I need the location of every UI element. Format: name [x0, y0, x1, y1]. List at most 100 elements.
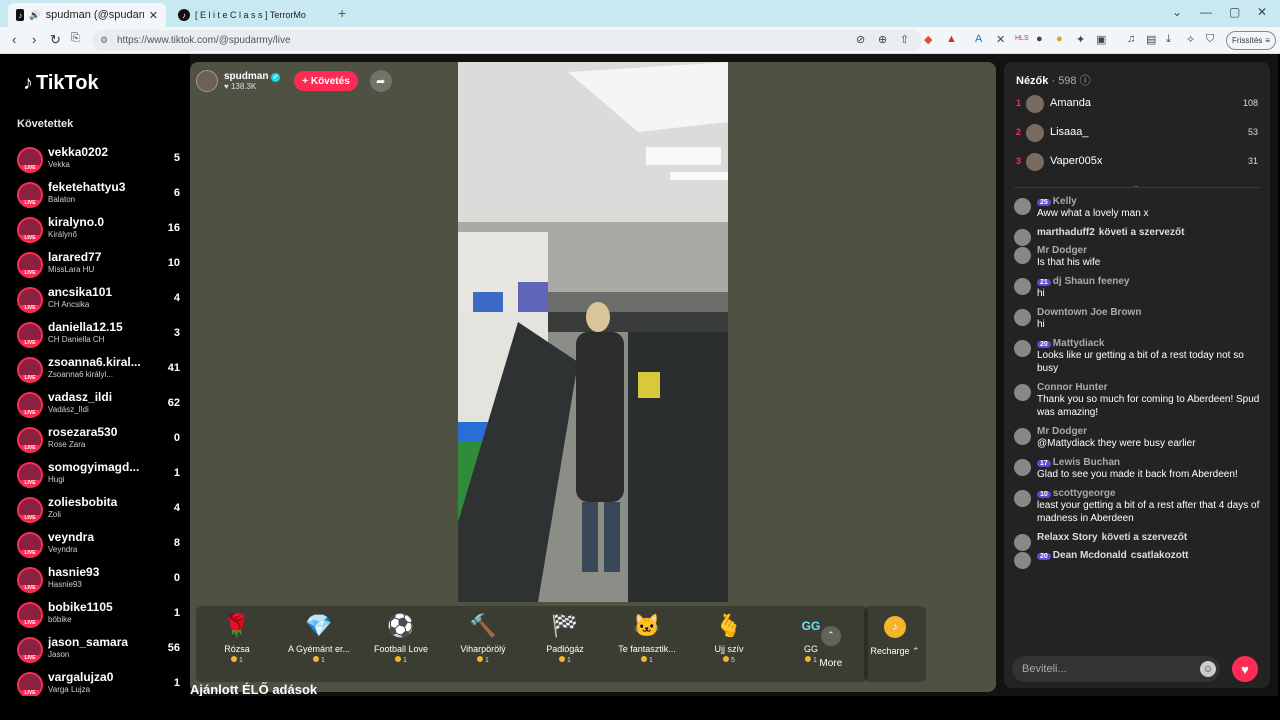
share-button-icon[interactable]: ➦ — [369, 70, 392, 92]
followed-live-item[interactable]: LIVE vargalujza0 Varga Lujza 1 — [6, 667, 190, 696]
message-user[interactable]: Mr Dodger — [1037, 426, 1087, 437]
bookmark-icon[interactable]: ⎘ — [71, 32, 80, 45]
gift-item[interactable]: 🏁 Padlógáz 1 — [524, 606, 606, 682]
followed-live-item[interactable]: LIVE daniella12.15 CH Daniella CH 3 — [6, 317, 190, 352]
message-user[interactable]: Lewis Buchan — [1053, 457, 1120, 468]
chevron-down-icon[interactable]: ⌄ — [1132, 180, 1140, 191]
avatar[interactable] — [1014, 552, 1031, 569]
followed-live-item[interactable]: LIVE kiralyno.0 Királynő 16 — [6, 212, 190, 247]
gift-item[interactable]: 🫰 Ujj szív 5 — [688, 606, 770, 682]
message-user[interactable]: Dean Mcdonald — [1053, 550, 1127, 561]
followed-live-item[interactable]: LIVE larared77 MissLara HU 10 — [6, 247, 190, 282]
avatar[interactable] — [1014, 340, 1031, 357]
ai-icon[interactable]: ✧ — [1186, 33, 1195, 46]
top-viewer-item[interactable]: 2 Lisaaa_ 53 — [1004, 119, 1270, 148]
message-user[interactable]: Mr Dodger — [1037, 245, 1087, 256]
followed-live-item[interactable]: LIVE feketehattyu3 Balaton 6 — [6, 177, 190, 212]
tab-search-icon[interactable]: ⌄ — [1172, 5, 1182, 19]
followed-live-item[interactable]: LIVE veyndra Veyndra 8 — [6, 527, 190, 562]
avatar: LIVE — [17, 391, 43, 418]
followed-live-item[interactable]: LIVE jason_samara Jason 56 — [6, 632, 190, 667]
avatar[interactable] — [1014, 384, 1031, 401]
info-icon[interactable]: ⓘ — [1080, 75, 1091, 87]
translate-icon[interactable]: A — [975, 33, 982, 45]
followed-live-item[interactable]: LIVE ancsika101 CH Ancsika 4 — [6, 282, 190, 317]
puzzle-icon[interactable]: ✦ — [1076, 33, 1085, 46]
message-user[interactable]: Relaxx Story — [1037, 532, 1098, 543]
more-gifts-button[interactable]: ⌃ More — [804, 620, 858, 669]
message-user[interactable]: Connor Hunter — [1037, 382, 1108, 393]
close-window-icon[interactable]: ✕ — [1257, 5, 1267, 19]
message-user[interactable]: scottygeorge — [1053, 488, 1116, 499]
update-button[interactable]: Frissítés ≡ — [1226, 31, 1276, 50]
host-name-row[interactable]: spudman ✓ — [224, 71, 281, 82]
message-user[interactable]: marthaduff2 — [1037, 227, 1095, 238]
extension-icon[interactable]: ● — [1036, 33, 1043, 45]
tiktok-favicon-icon: ♪ — [178, 9, 190, 21]
restore-icon[interactable]: ▢ — [1229, 5, 1240, 19]
follow-button[interactable]: + Követés — [294, 71, 358, 91]
new-tab-icon[interactable]: + — [338, 5, 346, 21]
avatar[interactable] — [1014, 198, 1031, 215]
brave-shield-icon[interactable]: ◆ — [924, 33, 932, 46]
avatar[interactable] — [1014, 309, 1031, 326]
recharge-button[interactable]: ♪ Recharge ⌃ — [864, 606, 926, 682]
tab-tiktok-live[interactable]: ♪ 🔊 spudman (@spudarmy) ÉLŐ ✕ — [8, 3, 166, 27]
back-icon[interactable]: ‹ — [12, 32, 16, 47]
gift-item[interactable]: 🔨 Viharpörölý 1 — [442, 606, 524, 682]
followed-live-item[interactable]: LIVE somogyimagd... Hugi 1 — [6, 457, 190, 492]
sidebar: ♪ TikTok Követettek LIVE vekka0202 Vekka 5 L… — [6, 54, 190, 696]
minimize-icon[interactable]: — — [1200, 5, 1212, 19]
avatar[interactable] — [1014, 278, 1031, 295]
tab-elite-class[interactable]: ♪ [ E l i t e C l a s s ] TerrorMo — [170, 3, 330, 27]
live-video[interactable] — [458, 62, 728, 602]
rewards-icon[interactable]: ▲ — [946, 33, 957, 45]
gift-item[interactable]: ⚽ Football Love 1 — [360, 606, 442, 682]
avatar[interactable] — [1014, 428, 1031, 445]
avatar[interactable] — [1014, 490, 1031, 507]
sidebar-toggle-icon[interactable]: ▣ — [1096, 33, 1106, 46]
extension-icon[interactable]: ● — [1056, 33, 1063, 45]
address-bar[interactable]: ⚙ https://www.tiktok.com/@spudarmy/live — [92, 30, 922, 51]
top-viewer-item[interactable]: 3 Vaper005x 31 — [1004, 148, 1270, 177]
tab-close-icon[interactable]: ✕ — [149, 9, 158, 22]
reading-icon[interactable]: ▤ — [1146, 33, 1156, 46]
avatar[interactable] — [1014, 459, 1031, 476]
reload-icon[interactable]: ↻ — [50, 32, 61, 48]
avatar[interactable] — [1014, 229, 1031, 246]
followed-nickname: MissLara HU — [48, 265, 95, 274]
followed-live-item[interactable]: LIVE vadasz_ildi Vadász_Ildi 62 — [6, 387, 190, 422]
hls-icon[interactable]: HLS — [1015, 35, 1029, 42]
message-user[interactable]: Kelly — [1053, 196, 1077, 207]
chat-input[interactable] — [1012, 656, 1220, 682]
message-user[interactable]: dj Shaun feeney — [1053, 276, 1130, 287]
followed-live-item[interactable]: LIVE zsoanna6.kiral... Zsoanna6 királyl...… — [6, 352, 190, 387]
message-user[interactable]: Downtown Joe Brown — [1037, 307, 1141, 318]
top-viewer-item[interactable]: 1 Amanda 108 — [1004, 90, 1270, 119]
site-info-icon[interactable]: ⚙ — [100, 35, 108, 46]
host-avatar[interactable] — [196, 70, 218, 92]
avatar[interactable] — [1014, 534, 1031, 551]
media-icon[interactable]: ♫ — [1127, 33, 1135, 45]
vpn-icon[interactable]: ⛉ — [1206, 33, 1214, 46]
gift-item[interactable]: 💎 A Gyémánt er... 1 — [278, 606, 360, 682]
like-heart-icon[interactable]: ♥ — [1232, 656, 1258, 682]
avatar[interactable] — [1014, 247, 1031, 264]
share-icon[interactable]: ⇧ — [900, 33, 909, 46]
tiktok-logo[interactable]: ♪ TikTok — [23, 72, 99, 95]
followed-live-item[interactable]: LIVE zoliesbobita Zoli 4 — [6, 492, 190, 527]
zoom-icon[interactable]: ⊕ — [878, 33, 887, 46]
gift-item[interactable]: 🐱 Te fantasztik... 1 — [606, 606, 688, 682]
gift-item[interactable]: 🌹 Rózsa 1 — [196, 606, 278, 682]
followed-name: daniella12.15 — [48, 320, 123, 334]
followed-live-item[interactable]: LIVE vekka0202 Vekka 5 — [6, 142, 190, 177]
download-icon[interactable]: ⤓ — [1166, 33, 1171, 46]
no-track-icon[interactable]: ⊘ — [856, 33, 865, 46]
followed-live-item[interactable]: LIVE rosezara530 Rose Zara 0 — [6, 422, 190, 457]
followed-live-item[interactable]: LIVE hasnie93 Hasnie93 0 — [6, 562, 190, 597]
followed-live-item[interactable]: LIVE bobike1105 böbike 1 — [6, 597, 190, 632]
forward-icon[interactable]: › — [32, 32, 36, 47]
message-user[interactable]: Mattydiack — [1053, 338, 1105, 349]
x-extension-icon[interactable]: ✕ — [996, 33, 1005, 46]
emoji-icon[interactable]: ☺ — [1200, 661, 1216, 677]
